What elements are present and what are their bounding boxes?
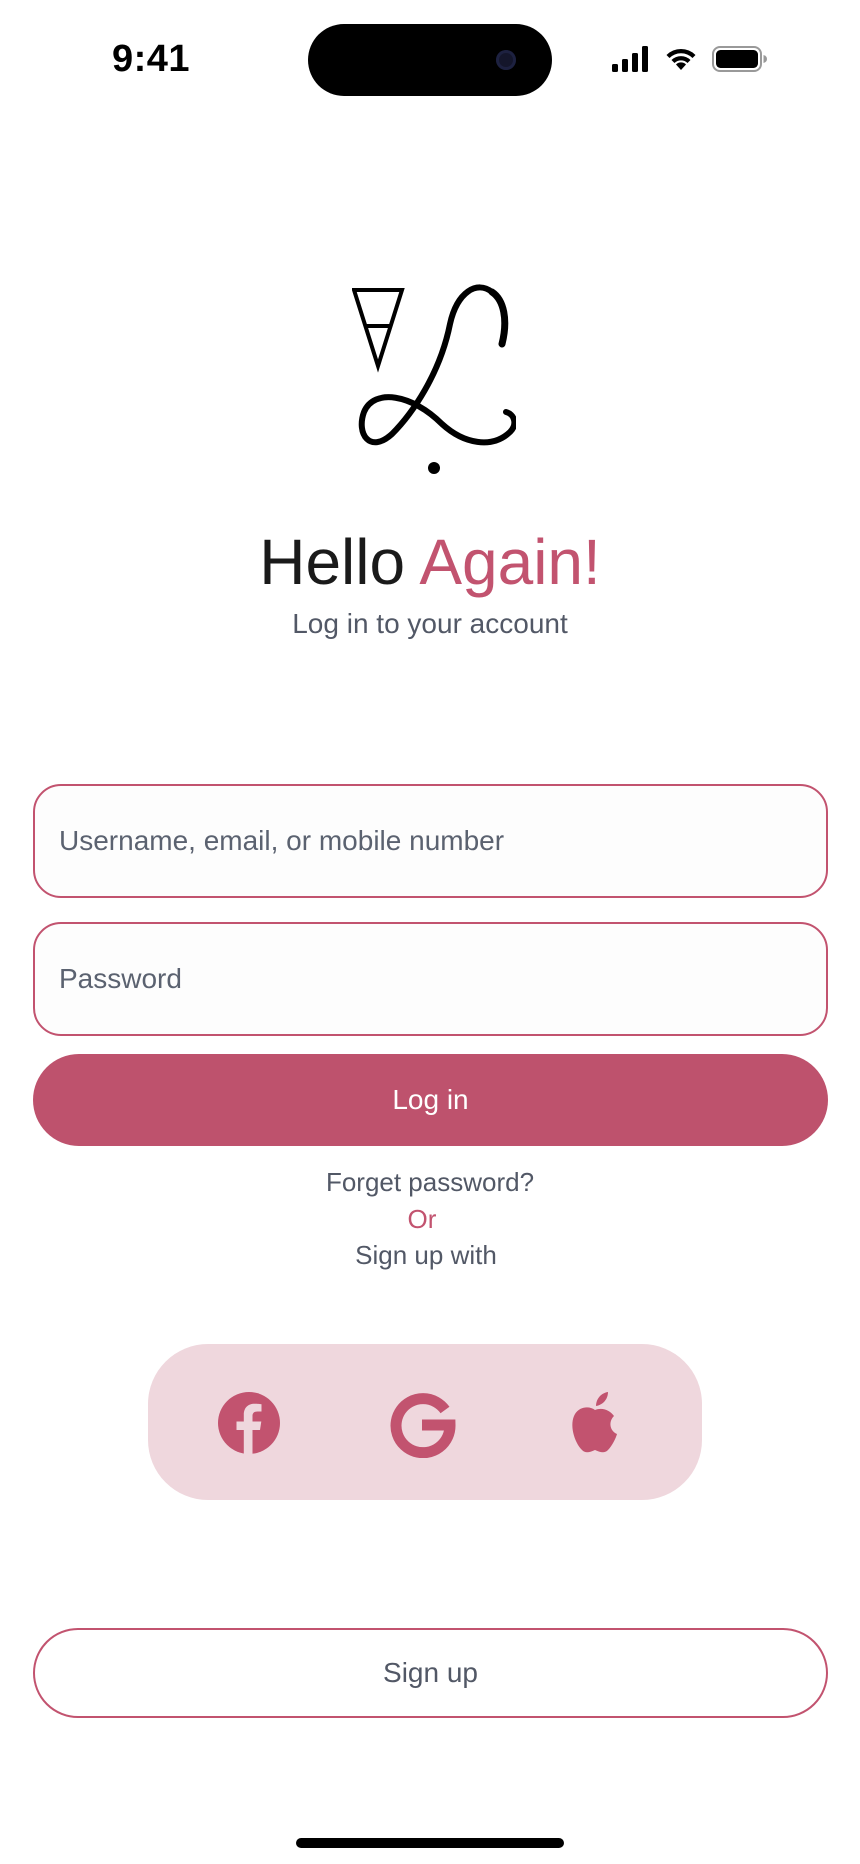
forget-password-link[interactable]: Forget password? [0, 1167, 860, 1198]
greeting-hello: Hello [259, 526, 406, 598]
home-indicator [296, 1838, 564, 1848]
username-field[interactable] [33, 784, 828, 898]
greeting-subtitle: Log in to your account [292, 608, 568, 639]
facebook-icon [218, 1392, 280, 1454]
password-field[interactable] [33, 922, 828, 1036]
username-input[interactable] [35, 786, 826, 896]
brand-logo [352, 284, 516, 474]
apple-icon [572, 1392, 617, 1453]
social-login-group [148, 1344, 702, 1500]
dynamic-island [308, 24, 552, 96]
cellular-signal-icon [612, 46, 648, 72]
google-login-button[interactable] [388, 1388, 458, 1459]
greeting-accent: Again! [419, 526, 601, 598]
google-icon [390, 1393, 456, 1459]
login-button[interactable]: Log in [33, 1054, 828, 1146]
signup-with-label: Sign up with [355, 1240, 497, 1270]
greeting-title: Hello Again! [0, 525, 860, 599]
status-time: 9:41 [112, 38, 191, 80]
apple-login-button[interactable] [560, 1388, 630, 1458]
or-divider-text: Or [407, 1204, 437, 1234]
status-icons [612, 44, 768, 74]
front-camera [496, 50, 516, 70]
wifi-icon [666, 48, 696, 70]
facebook-login-button[interactable] [214, 1388, 284, 1458]
battery-icon [712, 46, 767, 72]
signup-button[interactable]: Sign up [33, 1628, 828, 1718]
password-input[interactable] [35, 924, 826, 1034]
